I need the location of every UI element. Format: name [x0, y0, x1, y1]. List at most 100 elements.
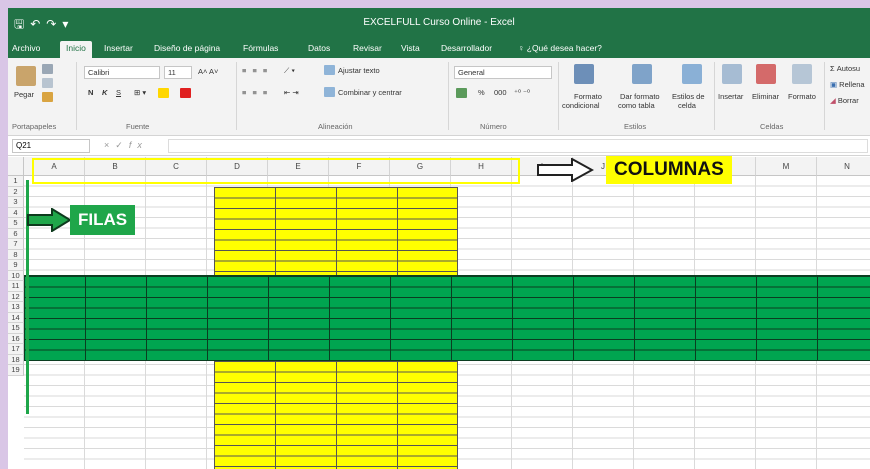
- row-header-18[interactable]: 18: [8, 354, 24, 365]
- format-painter-icon[interactable]: [42, 92, 53, 102]
- wrap-text-button[interactable]: Ajustar texto: [338, 66, 380, 75]
- percent-button[interactable]: %: [478, 88, 485, 97]
- row-header-15[interactable]: 15: [8, 323, 24, 334]
- worksheet-grid[interactable]: ABCDEFGHIJKLMN 1234567891011121314151617…: [8, 157, 870, 469]
- row-header-13[interactable]: 13: [8, 302, 24, 313]
- format-cells-button[interactable]: Formato: [788, 92, 816, 101]
- group-label-cells: Celdas: [760, 122, 784, 131]
- indent-icons[interactable]: ⇤ ⇥: [284, 88, 299, 97]
- row-header-3[interactable]: 3: [8, 197, 24, 208]
- row-header-7[interactable]: 7: [8, 239, 24, 250]
- select-all-corner[interactable]: [8, 157, 24, 176]
- column-header-m[interactable]: M: [756, 157, 817, 176]
- name-box[interactable]: Q21: [12, 139, 90, 153]
- row-header-19[interactable]: 19: [8, 365, 24, 376]
- copy-icon[interactable]: [42, 78, 53, 88]
- clear-button[interactable]: ◢ Borrar: [830, 96, 859, 105]
- column-header-n[interactable]: N: [817, 157, 870, 176]
- row-header-4[interactable]: 4: [8, 207, 24, 218]
- merge-center-icon: [324, 87, 335, 97]
- formula-bar: Q21 ×✓fx: [8, 136, 870, 156]
- tab-formulas[interactable]: Fórmulas: [243, 41, 278, 58]
- tell-me-search[interactable]: ♀ ¿Qué desea hacer?: [518, 41, 602, 58]
- conditional-format-label-1: Formato: [574, 92, 602, 101]
- row-header-6[interactable]: 6: [8, 228, 24, 239]
- insert-cells-button[interactable]: Insertar: [718, 92, 743, 101]
- ribbon-separator: [236, 62, 237, 130]
- tab-inicio[interactable]: Inicio: [60, 41, 92, 58]
- highlighted-rows: [24, 275, 870, 361]
- ribbon-separator: [558, 62, 559, 130]
- cell-styles-icon[interactable]: [682, 64, 702, 84]
- highlighted-columns-top: [214, 187, 458, 275]
- italic-button[interactable]: K: [102, 88, 107, 97]
- ribbon-tabs: Archivo Inicio Insertar Diseño de página…: [8, 38, 870, 58]
- columns-arrow-icon: [537, 158, 594, 182]
- bold-button[interactable]: N: [88, 88, 93, 97]
- grow-shrink-font-icon[interactable]: A˄ A˅: [198, 67, 218, 76]
- font-size-select[interactable]: 11: [164, 66, 192, 79]
- cancel-icon[interactable]: ×: [104, 140, 115, 150]
- row-header-17[interactable]: 17: [8, 344, 24, 355]
- column-header-highlight-box: [32, 158, 520, 184]
- paste-icon[interactable]: [16, 66, 36, 86]
- rows-arrow-icon: [27, 208, 72, 232]
- formula-input[interactable]: [168, 139, 868, 153]
- insert-cells-icon[interactable]: [722, 64, 742, 84]
- orientation-icon[interactable]: ⟋ ▾: [284, 66, 295, 76]
- highlighted-columns-bottom: [214, 361, 458, 469]
- row-header-9[interactable]: 9: [8, 260, 24, 271]
- title-bar: 🖫↶↷▾ EXCELFULL Curso Online - Excel: [8, 8, 870, 38]
- horizontal-align-icons[interactable]: ≡ ≡ ≡: [242, 88, 269, 97]
- borders-icon[interactable]: ⊞ ▾: [134, 88, 146, 97]
- font-color-icon[interactable]: [180, 88, 191, 98]
- group-label-styles: Estilos: [624, 122, 647, 131]
- number-format-select[interactable]: General: [454, 66, 552, 79]
- tell-me-label: ¿Qué desea hacer?: [526, 43, 602, 53]
- fill-down-icon: ▣: [830, 80, 840, 89]
- currency-icon[interactable]: [456, 88, 467, 98]
- format-cells-icon[interactable]: [792, 64, 812, 84]
- insert-function-icon[interactable]: fx: [129, 140, 148, 150]
- row-header-16[interactable]: 16: [8, 333, 24, 344]
- row-header-5[interactable]: 5: [8, 218, 24, 229]
- group-label-clipboard: Portapapeles: [12, 122, 57, 131]
- tab-datos[interactable]: Datos: [308, 41, 330, 58]
- font-name-select[interactable]: Calibri: [84, 66, 160, 79]
- conditional-format-icon[interactable]: [574, 64, 594, 84]
- decimal-icons[interactable]: ⁺⁰ ⁻⁰: [514, 88, 530, 97]
- row-header-2[interactable]: 2: [8, 186, 24, 197]
- thousands-separator-button[interactable]: 000: [494, 88, 507, 97]
- row-header-8[interactable]: 8: [8, 249, 24, 260]
- fill-button[interactable]: ▣ Rellena: [830, 80, 865, 89]
- format-as-table-label-1: Dar formato: [620, 92, 660, 101]
- paste-button-label[interactable]: Pegar: [14, 90, 34, 99]
- cut-icon[interactable]: [42, 64, 53, 74]
- autosum-button[interactable]: Σ Autosu: [830, 64, 860, 73]
- row-header-11[interactable]: 11: [8, 281, 24, 292]
- lightbulb-icon: ♀: [518, 43, 527, 53]
- window-title: EXCELFULL Curso Online - Excel: [363, 17, 515, 28]
- group-label-number: Número: [480, 122, 507, 131]
- vertical-align-icons[interactable]: ≡ ≡ ≡: [242, 66, 269, 75]
- format-as-table-icon[interactable]: [632, 64, 652, 84]
- row-header-12[interactable]: 12: [8, 291, 24, 302]
- enter-icon[interactable]: ✓: [115, 140, 129, 150]
- format-as-table-label-2: como tabla: [618, 101, 655, 110]
- merge-center-button[interactable]: Combinar y centrar: [338, 88, 402, 97]
- tab-revisar[interactable]: Revisar: [353, 41, 382, 58]
- tab-archivo[interactable]: Archivo: [12, 41, 40, 58]
- tab-vista[interactable]: Vista: [401, 41, 420, 58]
- row-header-10[interactable]: 10: [8, 270, 24, 281]
- columns-label: COLUMNAS: [606, 156, 732, 184]
- row-header-1[interactable]: 1: [8, 176, 24, 187]
- underline-button[interactable]: S: [116, 88, 121, 97]
- tab-diseno-pagina[interactable]: Diseño de página: [154, 41, 220, 58]
- tab-desarrollador[interactable]: Desarrollador: [441, 41, 492, 58]
- ribbon: Pegar Portapapeles Calibri 11 A˄ A˅ N K …: [8, 58, 870, 136]
- delete-cells-icon[interactable]: [756, 64, 776, 84]
- tab-insertar[interactable]: Insertar: [104, 41, 133, 58]
- fill-color-icon[interactable]: [158, 88, 169, 98]
- delete-cells-button[interactable]: Eliminar: [752, 92, 779, 101]
- row-header-14[interactable]: 14: [8, 312, 24, 323]
